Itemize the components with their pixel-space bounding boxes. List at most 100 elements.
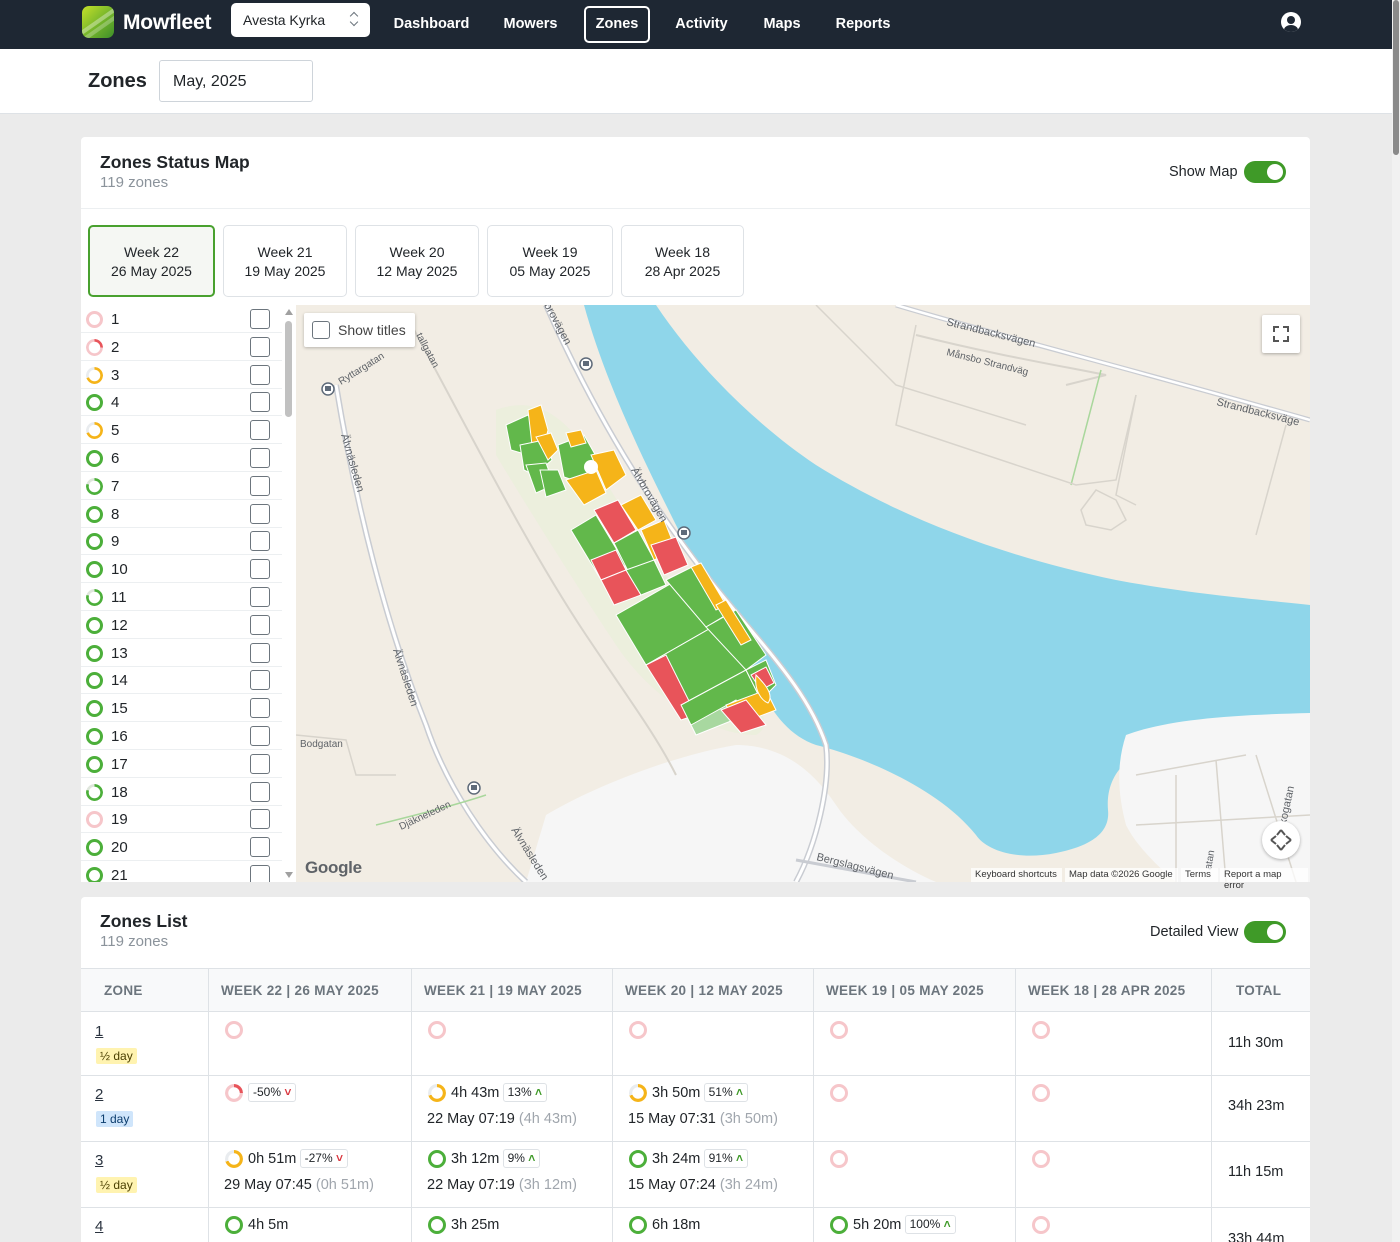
nav-activity[interactable]: Activity xyxy=(667,6,736,43)
zone-checkbox[interactable] xyxy=(250,364,270,385)
detailed-view-toggle[interactable] xyxy=(1244,921,1286,943)
page-scrollbar-thumb[interactable] xyxy=(1393,0,1399,155)
zone-check-row[interactable]: 15 xyxy=(81,694,282,723)
zones-list-title: Zones List xyxy=(100,911,188,931)
week-tab-20[interactable]: Week 20 12 May 2025 xyxy=(355,225,479,297)
page-scrollbar[interactable] xyxy=(1392,0,1400,1242)
col-week-19[interactable]: WEEK 19 | 05 MAY 2025 xyxy=(826,983,984,998)
mowfleet-logo-icon[interactable] xyxy=(82,6,114,38)
column-divider xyxy=(411,968,412,1242)
zone-checkbox[interactable] xyxy=(250,420,270,441)
zone-check-row[interactable]: 4 xyxy=(81,388,282,417)
zone-checkbox[interactable] xyxy=(250,642,270,663)
week-tab-label: Week 18 xyxy=(655,244,710,260)
zone-checklist[interactable]: 1 2 3 4 5 6 7 8 9 10 11 12 13 14 15 16 17 18 19 20 21 xyxy=(81,305,282,882)
zone-checkbox[interactable] xyxy=(250,336,270,357)
zone-checkbox[interactable] xyxy=(250,475,270,496)
zone-checkbox[interactable] xyxy=(250,865,270,882)
zone-check-row[interactable]: 6 xyxy=(81,444,282,472)
zone-check-row[interactable]: 19 xyxy=(81,805,282,834)
zone-checkbox[interactable] xyxy=(250,587,270,607)
scroll-thumb[interactable] xyxy=(285,321,292,417)
site-select[interactable]: Avesta Kyrka xyxy=(231,3,370,37)
zones-map[interactable]: Strandbacksvägen Månsbo Strandväg Strand… xyxy=(296,305,1310,882)
week-tab-19[interactable]: Week 19 05 May 2025 xyxy=(487,225,613,297)
nav-zones[interactable]: Zones xyxy=(584,6,650,43)
zone-checkbox[interactable] xyxy=(250,670,270,691)
col-zone[interactable]: ZONE xyxy=(104,983,143,998)
map-report-error-link[interactable]: Report a map error xyxy=(1220,868,1308,891)
zone-check-row[interactable]: 10 xyxy=(81,555,282,584)
nav-dashboard[interactable]: Dashboard xyxy=(384,6,479,43)
month-picker-input[interactable]: May, 2025 xyxy=(159,60,313,102)
zone-check-row[interactable]: 13 xyxy=(81,639,282,667)
zone-checkbox[interactable] xyxy=(250,503,270,524)
zone-check-row[interactable]: 14 xyxy=(81,666,282,695)
zone-check-row[interactable]: 20 xyxy=(81,833,282,862)
change-percent-badge: 91% ˄ xyxy=(703,1149,748,1168)
zone-checkbox[interactable] xyxy=(250,559,270,580)
zone-checkbox[interactable] xyxy=(250,448,270,468)
zone-link[interactable]: 3 xyxy=(95,1152,103,1169)
zone-checkbox[interactable] xyxy=(250,698,270,719)
brand-name[interactable]: Mowfleet xyxy=(123,11,211,35)
zone-status-ring-icon xyxy=(86,839,103,857)
zone-checkbox[interactable] xyxy=(250,531,270,552)
zone-check-row[interactable]: 16 xyxy=(81,722,282,750)
user-account-icon[interactable] xyxy=(1281,12,1301,32)
zone-check-row[interactable]: 1 xyxy=(81,305,282,333)
week-tab-18[interactable]: Week 18 28 Apr 2025 xyxy=(621,225,744,297)
nav-reports[interactable]: Reports xyxy=(828,6,898,43)
zone-check-row[interactable]: 5 xyxy=(81,416,282,445)
map-terms-link[interactable]: Terms xyxy=(1181,868,1218,882)
zone-checkbox[interactable] xyxy=(250,781,270,802)
zone-frequency-badge: ½ day xyxy=(96,1048,137,1064)
zone-checkbox[interactable] xyxy=(250,614,270,635)
zone-checkbox[interactable] xyxy=(250,753,270,774)
fullscreen-icon[interactable] xyxy=(1262,315,1300,353)
map-canvas[interactable]: Strandbacksvägen Månsbo Strandväg Strand… xyxy=(296,305,1310,882)
last-mowed-duration: (3h 50m) xyxy=(719,1111,778,1127)
scroll-up-icon[interactable] xyxy=(285,309,293,315)
trend-up-icon: ˄ xyxy=(735,1151,743,1165)
col-total[interactable]: TOTAL xyxy=(1236,983,1281,998)
zone-check-row[interactable]: 11 xyxy=(81,583,282,611)
zone-checkbox[interactable] xyxy=(250,392,270,413)
zone-link[interactable]: 1 xyxy=(95,1023,103,1040)
zone-link[interactable]: 2 xyxy=(95,1086,103,1103)
zone-checkbox[interactable] xyxy=(250,809,270,830)
map-label-brovagen: brovägen xyxy=(541,305,573,347)
map-keyboard-shortcuts-link[interactable]: Keyboard shortcuts xyxy=(971,868,1062,882)
show-map-toggle[interactable] xyxy=(1244,161,1286,183)
zone-check-row[interactable]: 2 xyxy=(81,333,282,361)
trend-up-icon: ˄ xyxy=(528,1151,536,1165)
zone-checklist-scrollbar[interactable] xyxy=(282,305,296,882)
zone-check-row[interactable]: 3 xyxy=(81,361,282,389)
week-tab-22[interactable]: Week 22 26 May 2025 xyxy=(88,225,215,297)
zone-check-row[interactable]: 7 xyxy=(81,472,282,500)
zone-check-row[interactable]: 18 xyxy=(81,778,282,806)
scroll-down-icon[interactable] xyxy=(285,872,293,878)
col-week-20[interactable]: WEEK 20 | 12 MAY 2025 xyxy=(625,983,783,998)
zone-check-row[interactable]: 21 xyxy=(81,861,282,882)
zone-check-row[interactable]: 9 xyxy=(81,527,282,556)
zone-checkbox[interactable] xyxy=(250,837,270,858)
zone-check-row[interactable]: 8 xyxy=(81,500,282,528)
show-titles-checkbox[interactable] xyxy=(312,321,330,339)
show-titles-control[interactable]: Show titles xyxy=(304,313,415,347)
zone-check-row[interactable]: 12 xyxy=(81,611,282,639)
last-mowed-time: 29 May 07:45 xyxy=(224,1177,312,1193)
google-logo: Google xyxy=(305,858,362,877)
week-tab-21[interactable]: Week 21 19 May 2025 xyxy=(223,225,347,297)
zone-checkbox[interactable] xyxy=(250,309,270,329)
zone-link[interactable]: 4 xyxy=(95,1218,103,1235)
col-week-22[interactable]: WEEK 22 | 26 MAY 2025 xyxy=(221,983,379,998)
nav-maps[interactable]: Maps xyxy=(752,6,812,43)
zone-checkbox[interactable] xyxy=(250,726,270,746)
col-week-18[interactable]: WEEK 18 | 28 APR 2025 xyxy=(1028,983,1185,998)
last-mowed-duration: (3h 12m) xyxy=(518,1177,577,1193)
nav-mowers[interactable]: Mowers xyxy=(494,6,567,43)
zone-check-row[interactable]: 17 xyxy=(81,750,282,778)
col-week-21[interactable]: WEEK 21 | 19 MAY 2025 xyxy=(424,983,582,998)
pan-control-icon[interactable] xyxy=(1262,821,1300,859)
